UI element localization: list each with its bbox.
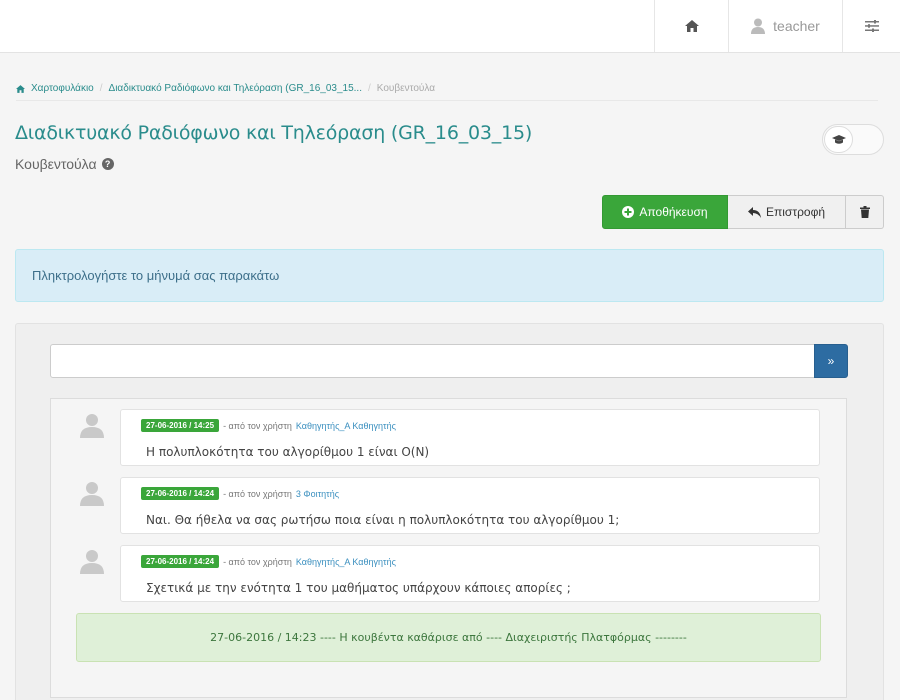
help-icon[interactable]: ? (101, 158, 114, 170)
send-button[interactable]: » (814, 344, 848, 378)
settings-button[interactable] (842, 0, 900, 52)
breadcrumb-separator: / (367, 83, 371, 94)
message-text: Η πολυπλοκότητα του αλγορίθμου 1 είναι O… (146, 445, 430, 459)
message-header: 27-06-2016 / 14:24 - από τον χρήστη 3 Φο… (141, 487, 339, 500)
chat-message: 27-06-2016 / 14:24 - από τον χρήστη 3 Φο… (120, 477, 820, 534)
trash-icon (859, 206, 870, 218)
teacher-view-toggle[interactable] (822, 124, 884, 155)
chat-message: 27-06-2016 / 14:25 - από τον χρήστη Καθη… (120, 409, 820, 466)
user-link[interactable]: Καθηγητής_Α Καθηγητής (296, 557, 396, 567)
reply-icon (747, 206, 761, 218)
top-navbar: teacher (0, 0, 900, 53)
chat-message: 27-06-2016 / 14:24 - από τον χρήστη Καθη… (120, 545, 820, 602)
message-header: 27-06-2016 / 14:25 - από τον χρήστη Καθη… (141, 419, 396, 432)
timestamp-badge: 27-06-2016 / 14:25 (141, 419, 220, 432)
by-user-text: - από τον χρήστη (223, 556, 292, 567)
breadcrumb: Χαρτοφυλάκιο / Διαδικτυακό Ραδιόφωνο και… (16, 77, 878, 101)
subtitle-label: Κουβεντούλα (15, 156, 97, 172)
message-header: 27-06-2016 / 14:24 - από τον χρήστη Καθη… (141, 555, 396, 568)
chat-message-input[interactable] (50, 344, 815, 378)
user-avatar-icon (80, 414, 104, 438)
message-text: Σχετικά με την ενότητα 1 του μαθήματος υ… (146, 581, 571, 595)
by-user-text: - από τον χρήστη (223, 420, 292, 431)
page-title: Διαδικτυακό Ραδιόφωνο και Τηλεόραση (GR_… (15, 122, 533, 144)
page-subtitle: Κουβεντούλα ? (15, 156, 114, 172)
toggle-knob (824, 126, 853, 153)
save-label: Αποθήκευση (639, 205, 708, 219)
username-label: teacher (773, 18, 820, 34)
timestamp-badge: 27-06-2016 / 14:24 (141, 555, 220, 568)
breadcrumb-course-link[interactable]: Διαδικτυακό Ραδιόφωνο και Τηλεόραση (GR_… (109, 83, 362, 94)
chat-cleared-notice: 27-06-2016 / 14:23 ---- Η κουβέντα καθάρ… (76, 613, 821, 662)
home-icon (16, 84, 25, 93)
back-button[interactable]: Επιστροφή (728, 195, 846, 229)
message-text: Ναι. Θα ήθελα να σας ρωτήσω ποια είναι η… (146, 513, 620, 527)
plus-circle-icon (622, 206, 635, 218)
user-link[interactable]: 3 Φοιτητής (296, 489, 339, 499)
breadcrumb-separator: / (99, 83, 103, 94)
user-avatar-icon (80, 482, 104, 506)
graduation-cap-icon (831, 134, 846, 144)
user-link[interactable]: Καθηγητής_Α Καθηγητής (296, 421, 396, 431)
delete-button[interactable] (846, 195, 884, 229)
user-menu[interactable]: teacher (728, 0, 842, 52)
user-avatar-icon (80, 550, 104, 574)
user-icon (751, 18, 766, 34)
breadcrumb-home-link[interactable]: Χαρτοφυλάκιο (31, 83, 94, 94)
breadcrumb-current: Κουβεντούλα (376, 83, 436, 94)
info-alert: Πληκτρολογήστε το μήνυμά σας παρακάτω (15, 249, 884, 302)
home-icon (684, 20, 699, 32)
sliders-icon (864, 20, 879, 32)
by-user-text: - από τον χρήστη (223, 488, 292, 499)
save-button[interactable]: Αποθήκευση (602, 195, 728, 229)
back-label: Επιστροφή (765, 205, 826, 219)
home-button[interactable] (654, 0, 728, 52)
timestamp-badge: 27-06-2016 / 14:24 (141, 487, 220, 500)
